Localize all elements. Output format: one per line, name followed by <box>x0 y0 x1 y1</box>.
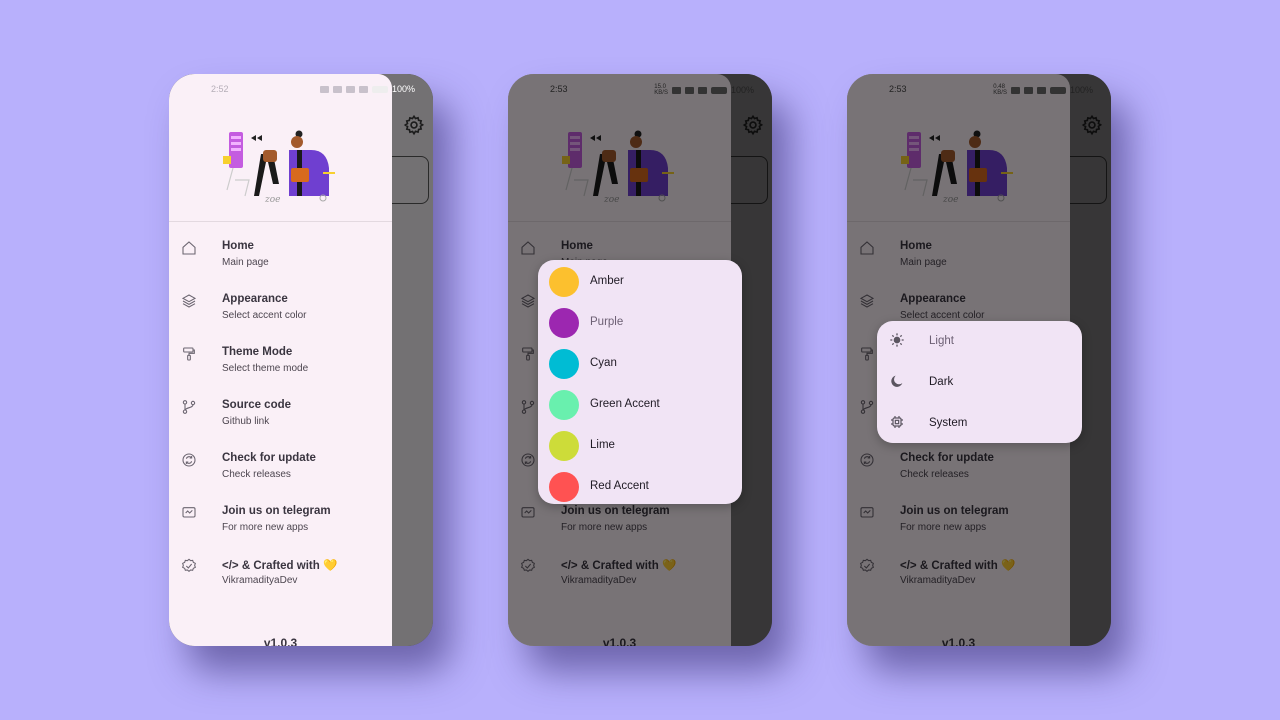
call-icon <box>1023 86 1033 94</box>
menu-item-source-code[interactable]: Source code Github link <box>169 397 392 450</box>
theme-mode-dialog: Light Dark System <box>877 321 1082 443</box>
color-swatch <box>549 431 579 461</box>
paint-roller-icon <box>183 347 195 361</box>
menu-subtitle: Github link <box>222 416 270 427</box>
menu-title: Home <box>222 240 254 252</box>
menu-title: Check for update <box>222 452 316 464</box>
svg-text:zoe: zoe <box>264 195 281 204</box>
battery-icon <box>710 86 727 94</box>
network-speed: 15.0 KB/S <box>654 84 668 96</box>
menu-item-credits[interactable]: </> & Crafted with 💛 VikramadityaDev <box>169 556 392 609</box>
theme-label: System <box>929 417 968 429</box>
theme-label: Light <box>929 335 954 347</box>
settings-gear-icon[interactable] <box>403 114 425 136</box>
status-time: 2:53 <box>550 84 568 94</box>
verified-badge-icon <box>182 558 196 573</box>
phone-screen-drawer: 2:52 100% zoe Home Main page Appearance … <box>169 74 433 646</box>
chat-icon <box>182 507 196 518</box>
menu-item-telegram[interactable]: Join us on telegram For more new apps <box>169 503 392 556</box>
battery-percent: 100% <box>730 85 754 95</box>
color-swatch <box>549 349 579 379</box>
call-icon <box>345 85 355 93</box>
accent-option-purple[interactable]: Purple <box>538 302 742 343</box>
layers-icon <box>181 294 197 308</box>
accent-label: Red Accent <box>590 480 649 492</box>
accent-label: Green Accent <box>590 398 660 410</box>
network-speed: 0.48 KB/S <box>993 84 1007 96</box>
accent-label: Amber <box>590 275 624 287</box>
status-time: 2:53 <box>889 84 907 94</box>
menu-item-appearance[interactable]: Appearance Select accent color <box>169 291 392 344</box>
theme-label: Dark <box>929 376 954 388</box>
moon-icon <box>891 375 903 387</box>
accent-option-lime[interactable]: Lime <box>538 425 742 466</box>
wifi-icon <box>332 85 342 93</box>
signal-icon <box>1036 86 1046 94</box>
drawer-header-illustration: zoe <box>223 130 335 204</box>
accent-option-green-accent[interactable]: Green Accent <box>538 384 742 425</box>
app-version: v1.0.3 <box>263 636 298 646</box>
refresh-icon <box>182 453 196 467</box>
menu-subtitle: Select theme mode <box>222 363 309 374</box>
menu-title: </> & Crafted with 💛 <box>222 560 338 572</box>
git-branch-icon <box>182 400 196 414</box>
theme-option-light[interactable]: Light <box>877 321 1082 362</box>
menu-title: Join us on telegram <box>222 505 331 517</box>
phone-screen-theme-dialog: zoe Home Main page Appearance Select acc… <box>847 74 1111 646</box>
menu-item-home[interactable]: Home Main page <box>169 238 392 291</box>
phone-screen-accent-dialog: zoe Home Main page Appearance Select acc… <box>508 74 772 646</box>
drawer-menu: Home Main page Appearance Select accent … <box>169 238 392 609</box>
menu-subtitle: Main page <box>222 257 269 268</box>
signal-icon <box>358 85 368 93</box>
sync-icon <box>319 85 329 93</box>
menu-title: Theme Mode <box>222 346 293 358</box>
chip-icon <box>891 416 903 428</box>
call-icon <box>684 86 694 94</box>
drawer-divider <box>169 221 392 222</box>
accent-option-red-accent[interactable]: Red Accent <box>538 466 742 507</box>
battery-percent: 100% <box>1069 85 1093 95</box>
battery-percent: 100% <box>391 84 415 94</box>
wifi-icon <box>671 86 681 94</box>
theme-option-system[interactable]: System <box>877 403 1082 444</box>
accent-label: Cyan <box>590 357 617 369</box>
menu-subtitle: Check releases <box>222 469 291 480</box>
menu-subtitle: VikramadityaDev <box>222 575 298 586</box>
color-swatch <box>549 390 579 420</box>
signal-icon <box>697 86 707 94</box>
sun-icon <box>890 333 904 347</box>
menu-item-theme-mode[interactable]: Theme Mode Select theme mode <box>169 344 392 397</box>
menu-title: Source code <box>222 399 292 411</box>
accent-option-cyan[interactable]: Cyan <box>538 343 742 384</box>
color-swatch <box>549 308 579 338</box>
battery-icon <box>371 85 388 93</box>
status-bar: 2:53 0.48 KB/S 100% <box>847 84 1111 98</box>
accent-label: Purple <box>590 316 624 328</box>
color-swatch <box>549 267 579 297</box>
menu-title: Appearance <box>222 293 288 305</box>
status-time: 2:52 <box>211 84 229 94</box>
menu-subtitle: Select accent color <box>222 310 307 321</box>
accent-color-dialog: Amber Purple Cyan Green Accent Lime Red … <box>538 260 742 504</box>
theme-option-dark[interactable]: Dark <box>877 362 1082 403</box>
status-bar: 2:53 15.0 KB/S 100% <box>508 84 772 98</box>
menu-item-check-update[interactable]: Check for update Check releases <box>169 450 392 503</box>
accent-option-amber[interactable]: Amber <box>538 261 742 302</box>
status-bar: 2:52 100% <box>169 84 433 98</box>
accent-label: Lime <box>590 439 615 451</box>
wifi-icon <box>1010 86 1020 94</box>
color-swatch <box>549 472 579 502</box>
home-icon <box>182 241 196 255</box>
navigation-drawer: zoe Home Main page Appearance Select acc… <box>169 74 392 646</box>
battery-icon <box>1049 86 1066 94</box>
menu-subtitle: For more new apps <box>222 522 309 533</box>
